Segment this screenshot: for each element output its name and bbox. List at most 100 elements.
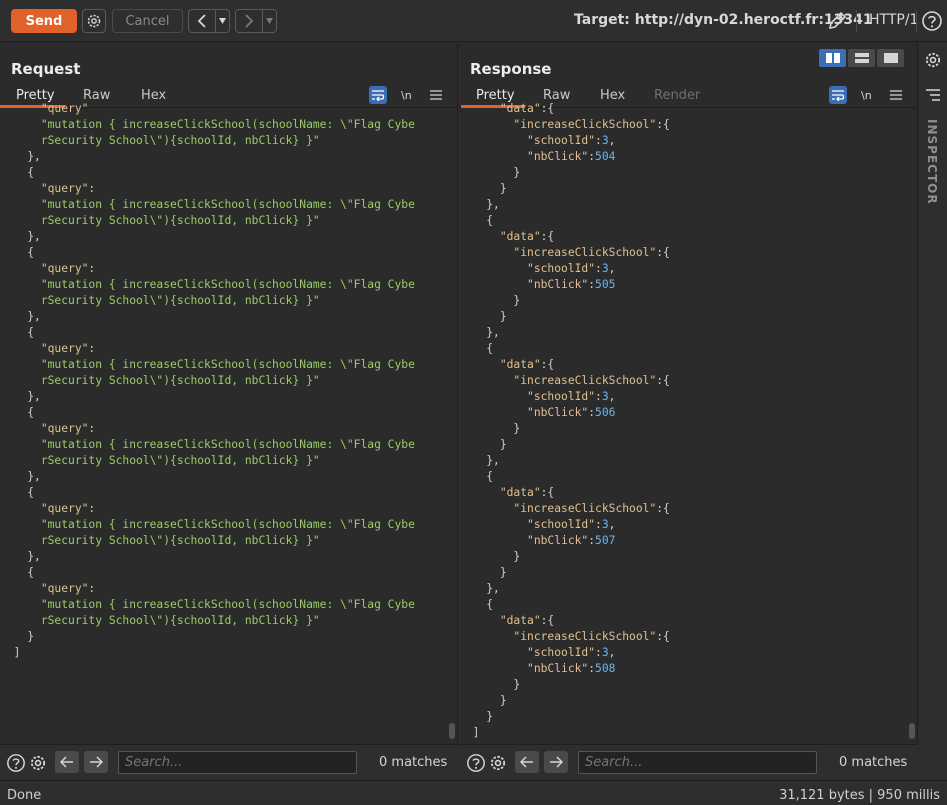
- code-line: {: [486, 470, 494, 483]
- send-button[interactable]: Send: [11, 9, 77, 33]
- code-line: "nbClick":507: [527, 534, 616, 547]
- gear-icon: [87, 14, 101, 28]
- request-panel: Request Pretty Raw Hex \n "query" "mutat…: [0, 43, 458, 744]
- forward-button[interactable]: [236, 10, 264, 32]
- code-line: "mutation { increaseClickSchool(schoolNa…: [40, 118, 415, 131]
- code-line: "query":: [40, 582, 96, 595]
- code-line: "increaseClickSchool":{: [513, 502, 670, 515]
- layout-side-by-side-button[interactable]: [819, 49, 846, 67]
- toolbar-divider: [856, 10, 857, 32]
- code-line: "data":{: [499, 102, 555, 115]
- arrow-left-icon: [520, 756, 533, 768]
- cancel-button[interactable]: Cancel: [112, 9, 183, 33]
- code-line: rSecurity School\"){schoolId, nbClick} }…: [40, 534, 320, 547]
- code-line: }: [499, 182, 507, 195]
- main-toolbar: Send Cancel Target: http://dyn-02.heroct…: [0, 0, 947, 42]
- request-search-prev-button[interactable]: [55, 751, 79, 773]
- back-button[interactable]: [189, 10, 217, 32]
- code-line: "increaseClickSchool":{: [513, 374, 670, 387]
- newline-icon: \n: [861, 89, 872, 101]
- help-button[interactable]: [921, 10, 943, 32]
- code-line: "mutation { increaseClickSchool(schoolNa…: [40, 598, 415, 611]
- code-line: }: [499, 694, 507, 707]
- response-search-bar: 0 matches: [459, 744, 918, 779]
- code-line: },: [486, 198, 500, 211]
- inspector-settings-button[interactable]: [924, 51, 942, 73]
- response-search-help-button[interactable]: [465, 752, 487, 774]
- status-text: Done: [7, 788, 42, 803]
- code-line: },: [486, 326, 500, 339]
- request-editor[interactable]: "query" "mutation { increaseClickSchool(…: [0, 101, 447, 744]
- request-search-bar: 0 matches: [0, 744, 458, 779]
- response-title: Response: [470, 60, 552, 78]
- code-line: {: [486, 342, 494, 355]
- request-search-help-button[interactable]: [5, 752, 27, 774]
- code-line: },: [27, 150, 41, 163]
- response-panel: Response Pretty Raw Hex Render \n "data"…: [459, 43, 918, 744]
- edit-target-button[interactable]: [826, 10, 848, 32]
- caret-down-icon: [266, 18, 274, 24]
- arrow-right-icon: [550, 756, 563, 768]
- code-line: {: [486, 214, 494, 227]
- code-line: },: [27, 550, 41, 563]
- code-line: "increaseClickSchool":{: [513, 118, 670, 131]
- forward-history-dropdown[interactable]: [263, 10, 276, 32]
- code-line: "mutation { increaseClickSchool(schoolNa…: [40, 438, 415, 451]
- code-line: "schoolId":3,: [527, 518, 616, 531]
- code-line: "schoolId":3,: [527, 646, 616, 659]
- response-editor[interactable]: "data":{ "increaseClickSchool":{ "school…: [459, 101, 907, 744]
- settings-button[interactable]: [82, 9, 106, 33]
- back-history-dropdown[interactable]: [216, 10, 229, 32]
- code-line: {: [27, 486, 35, 499]
- request-search-settings-button[interactable]: [27, 752, 49, 774]
- gear-icon: [490, 755, 506, 771]
- help-icon: [7, 754, 25, 772]
- hamburger-menu-icon: [430, 90, 442, 100]
- response-scrollbar[interactable]: [909, 723, 915, 739]
- chevron-left-icon: [197, 14, 206, 28]
- code-line: },: [486, 454, 500, 467]
- request-search-input[interactable]: [118, 751, 357, 774]
- code-line: "data":{: [499, 230, 555, 243]
- code-line: ]: [13, 646, 21, 659]
- code-line: "mutation { increaseClickSchool(schoolNa…: [40, 518, 415, 531]
- code-line: rSecurity School\"){schoolId, nbClick} }…: [40, 214, 320, 227]
- code-line: "query":: [40, 502, 96, 515]
- inspector-label[interactable]: INSPECTOR: [925, 119, 939, 205]
- code-line: "increaseClickSchool":{: [513, 630, 670, 643]
- code-line: rSecurity School\"){schoolId, nbClick} }…: [40, 134, 320, 147]
- status-bar: Done 31,121 bytes | 950 millis: [0, 780, 947, 805]
- code-line: {: [486, 598, 494, 611]
- code-line: rSecurity School\"){schoolId, nbClick} }…: [40, 374, 320, 387]
- response-search-prev-button[interactable]: [515, 751, 539, 773]
- code-line: "data":{: [499, 486, 555, 499]
- layout-single-button[interactable]: [877, 49, 904, 67]
- code-line: }: [499, 566, 507, 579]
- columns-icon: [825, 53, 840, 63]
- code-line: },: [486, 582, 500, 595]
- layout-stacked-button[interactable]: [848, 49, 875, 67]
- single-pane-icon: [883, 53, 898, 63]
- code-line: }: [513, 294, 521, 307]
- code-line: "query":: [40, 262, 96, 275]
- word-wrap-icon: [832, 90, 845, 101]
- code-line: }: [486, 710, 494, 723]
- response-search-input[interactable]: [578, 751, 817, 774]
- code-line: "schoolId":3,: [527, 390, 616, 403]
- code-line: "data":{: [499, 614, 555, 627]
- response-search-next-button[interactable]: [544, 751, 568, 773]
- code-line: },: [27, 470, 41, 483]
- chevron-right-icon: [245, 14, 254, 28]
- code-line: "data":{: [499, 358, 555, 371]
- request-scrollbar[interactable]: [449, 723, 455, 739]
- code-line: }: [513, 166, 521, 179]
- http-version-toggle[interactable]: HTTP/1: [869, 12, 918, 28]
- pencil-icon: [828, 11, 847, 30]
- code-line: "nbClick":504: [527, 150, 616, 163]
- inspector-toggle-button[interactable]: [926, 89, 940, 105]
- response-search-settings-button[interactable]: [487, 752, 509, 774]
- back-button-group[interactable]: [188, 9, 230, 33]
- rows-icon: [854, 53, 869, 63]
- forward-button-group[interactable]: [235, 9, 277, 33]
- request-search-next-button[interactable]: [84, 751, 108, 773]
